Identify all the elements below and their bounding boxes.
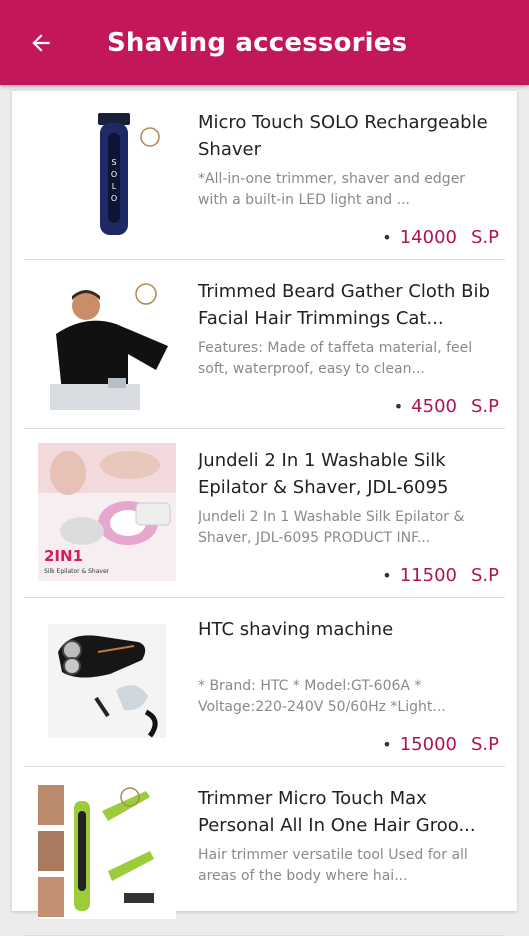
bullet-icon: • <box>382 566 392 585</box>
bullet-icon: • <box>382 735 392 754</box>
page-title: Shaving accessories <box>107 27 408 58</box>
product-image <box>38 781 176 919</box>
price-value: 15000 <box>399 734 457 755</box>
price-currency: S.P <box>470 734 499 755</box>
svg-text:O: O <box>111 170 117 179</box>
product-description: * Brand: HTC * Model:GT-606A * Voltage:2… <box>198 678 446 715</box>
product-name: HTC shaving machine <box>198 619 394 640</box>
product-item[interactable]: Trimmer Micro Touch Max Personal All In … <box>24 767 505 936</box>
price-currency: S.P <box>470 396 499 417</box>
arrow-left-icon <box>32 33 50 52</box>
product-item[interactable]: S O L O Micro Touch SOLO Rechargeable Sh… <box>24 91 505 260</box>
product-name: Jundeli 2 In 1 Washable Silk Epilator & … <box>198 450 449 498</box>
product-description: Hair trimmer versatile tool Used for all… <box>198 847 468 884</box>
bullet-icon: • <box>393 397 404 416</box>
product-name: Trimmer Micro Touch Max Personal All In … <box>198 788 476 836</box>
svg-text:L: L <box>112 182 117 191</box>
product-name: Trimmed Beard Gather Cloth Bib Facial Ha… <box>198 281 490 329</box>
product-price: • 4500 S.P <box>394 396 499 417</box>
product-description: Jundeli 2 In 1 Washable Silk Epilator & … <box>198 509 465 546</box>
product-item[interactable]: HTC shaving machine * Brand: HTC * Model… <box>24 598 505 767</box>
product-item[interactable]: Trimmed Beard Gather Cloth Bib Facial Ha… <box>24 260 505 429</box>
product-list: S O L O Micro Touch SOLO Rechargeable Sh… <box>12 91 517 936</box>
product-image <box>38 612 176 750</box>
price-value: 14000 <box>399 227 457 248</box>
product-image: S O L O <box>38 105 176 243</box>
bullet-icon: • <box>382 228 392 247</box>
app-bar: Shaving accessories <box>0 0 529 85</box>
product-description: Features: Made of taffeta material, feel… <box>198 340 473 377</box>
image-badge-subtext: Silk Epilator & Shaver <box>44 568 110 575</box>
svg-text:S: S <box>111 158 116 167</box>
product-price: • 15000 S.P <box>382 734 499 755</box>
product-price: • 11500 S.P <box>382 565 499 586</box>
product-price: • 14000 S.P <box>382 227 499 248</box>
price-value: 11500 <box>399 565 457 586</box>
price-currency: S.P <box>470 227 499 248</box>
product-image: 2IN1 Silk Epilator & Shaver <box>38 443 176 581</box>
svg-text:O: O <box>111 194 117 203</box>
price-value: 4500 <box>411 396 457 417</box>
product-image <box>38 274 176 412</box>
price-currency: S.P <box>470 565 499 586</box>
product-item[interactable]: 2IN1 Silk Epilator & Shaver Jundeli 2 In… <box>24 429 505 598</box>
back-button[interactable] <box>13 15 69 71</box>
product-description: *All-in-one trimmer, shaver and edger wi… <box>198 171 466 208</box>
product-name: Micro Touch SOLO Rechargeable Shaver <box>198 112 488 160</box>
image-badge-text: 2IN1 <box>44 547 83 565</box>
